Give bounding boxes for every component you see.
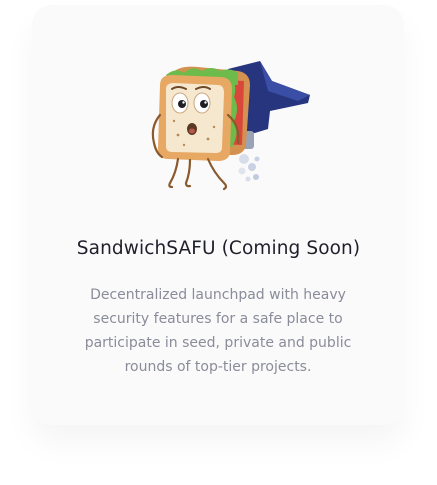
bread-front-face	[166, 83, 224, 153]
right-eye-shine	[204, 101, 207, 104]
page: SandwichSAFU (Coming Soon) Decentralized…	[0, 0, 437, 485]
seed	[176, 133, 180, 137]
seed	[206, 137, 210, 141]
smoke-puff	[253, 174, 259, 180]
smoke-puff	[245, 176, 251, 182]
seed	[212, 125, 216, 129]
left-eye-shine	[182, 101, 185, 104]
sandwich-mascot-jetpack-icon	[151, 61, 310, 191]
right-pupil	[200, 100, 208, 108]
seed	[182, 143, 186, 147]
card-description: Decentralized launchpad with heavy secur…	[84, 287, 352, 375]
smoke-puff	[238, 167, 246, 175]
right-leg	[206, 157, 228, 191]
middle-leg	[184, 158, 192, 188]
smoke-puff	[254, 156, 260, 162]
left-pupil	[178, 100, 186, 108]
seed	[172, 119, 176, 123]
smoke-puff	[248, 163, 256, 171]
smoke-puff	[239, 154, 249, 164]
tongue	[189, 128, 195, 134]
left-leg	[168, 157, 180, 189]
card-title: SandwichSAFU (Coming Soon)	[76, 238, 361, 259]
